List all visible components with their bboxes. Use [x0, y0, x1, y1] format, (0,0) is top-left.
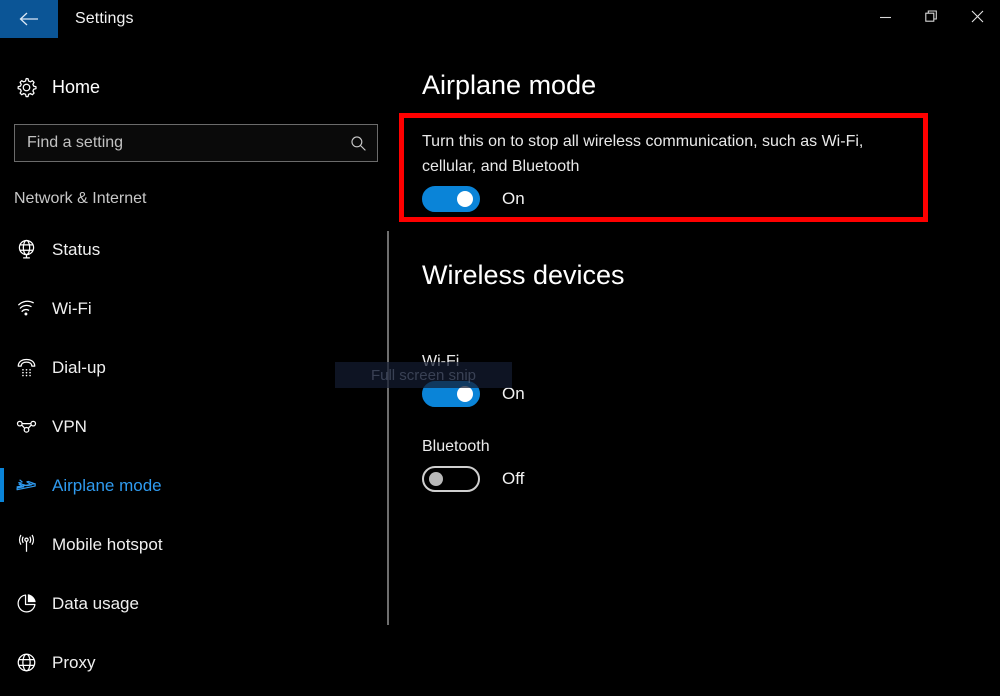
minimize-button[interactable]: [862, 0, 908, 38]
back-button[interactable]: [0, 0, 58, 38]
sidebar-item-label: Wi-Fi: [52, 298, 92, 318]
telephone-icon: [0, 356, 52, 379]
airplane-mode-state-label: On: [502, 189, 525, 208]
sidebar-item-label: VPN: [52, 416, 87, 436]
sidebar-nav-list: Status Wi-Fi Dial-up VPN Airplane mode M…: [0, 220, 388, 692]
sidebar-item-airplane-mode[interactable]: Airplane mode: [0, 456, 388, 515]
sidebar-item-label: Airplane mode: [52, 475, 162, 495]
restore-button[interactable]: [908, 0, 954, 38]
wifi-label: Wi-Fi: [422, 353, 460, 370]
toggle-knob: [457, 191, 473, 207]
search-box[interactable]: [14, 124, 378, 162]
vpn-icon: [0, 415, 52, 438]
back-arrow-icon: [18, 11, 40, 27]
toggle-knob: [457, 386, 473, 402]
sidebar-section-header: Network & Internet: [14, 190, 147, 207]
bluetooth-label: Bluetooth: [422, 438, 490, 455]
sidebar-item-mobile-hotspot[interactable]: Mobile hotspot: [0, 515, 388, 574]
sidebar: Home Network & Internet Status: [0, 40, 388, 696]
sidebar-home-label: Home: [52, 76, 101, 97]
airplane-mode-toggle[interactable]: [422, 186, 480, 212]
sidebar-item-proxy[interactable]: Proxy: [0, 633, 388, 692]
sidebar-item-dialup[interactable]: Dial-up: [0, 338, 388, 397]
restore-icon: [924, 10, 938, 28]
close-icon: [971, 10, 984, 28]
wifi-state-label: On: [502, 384, 525, 403]
sidebar-item-home[interactable]: Home: [0, 67, 388, 107]
search-icon[interactable]: [339, 135, 377, 152]
bluetooth-device-block: Bluetooth Off: [422, 438, 524, 492]
sidebar-item-label: Dial-up: [52, 357, 106, 377]
close-button[interactable]: [954, 0, 1000, 38]
airplane-mode-description: Turn this on to stop all wireless commun…: [422, 133, 864, 175]
sidebar-item-label: Proxy: [52, 652, 96, 672]
pie-chart-icon: [0, 592, 52, 615]
sidebar-item-data-usage[interactable]: Data usage: [0, 574, 388, 633]
hotspot-icon: [0, 533, 52, 556]
bluetooth-toggle[interactable]: [422, 466, 480, 492]
window-controls: [862, 0, 1000, 38]
globe-icon: [0, 651, 52, 674]
wifi-toggle[interactable]: [422, 381, 480, 407]
wifi-toggle-row: On: [422, 381, 525, 407]
sidebar-item-label: Data usage: [52, 593, 139, 613]
sidebar-item-label: Status: [52, 239, 101, 259]
sidebar-item-wifi[interactable]: Wi-Fi: [0, 279, 388, 338]
selection-accent-bar: [0, 468, 4, 502]
sidebar-item-vpn[interactable]: VPN: [0, 397, 388, 456]
bluetooth-state-label: Off: [502, 469, 525, 488]
window-title: Settings: [75, 10, 134, 27]
search-input[interactable]: [15, 125, 339, 161]
toggle-knob: [429, 472, 443, 486]
wireless-devices-title: Wireless devices: [422, 260, 625, 290]
main-content: Airplane mode Turn this on to stop all w…: [388, 40, 1000, 696]
gear-icon: [0, 76, 52, 99]
page-title: Airplane mode: [422, 70, 597, 100]
minimize-icon: [879, 10, 892, 28]
sidebar-item-label: Mobile hotspot: [52, 534, 163, 554]
airplane-mode-toggle-row: On: [422, 186, 525, 212]
globe-icon: [0, 238, 52, 261]
airplane-icon: [0, 474, 52, 497]
bluetooth-toggle-row: Off: [422, 466, 524, 492]
sidebar-item-status[interactable]: Status: [0, 220, 388, 279]
title-bar: Settings: [0, 0, 1000, 40]
wifi-device-block: Wi-Fi On: [422, 353, 525, 407]
wifi-icon: [0, 297, 52, 320]
